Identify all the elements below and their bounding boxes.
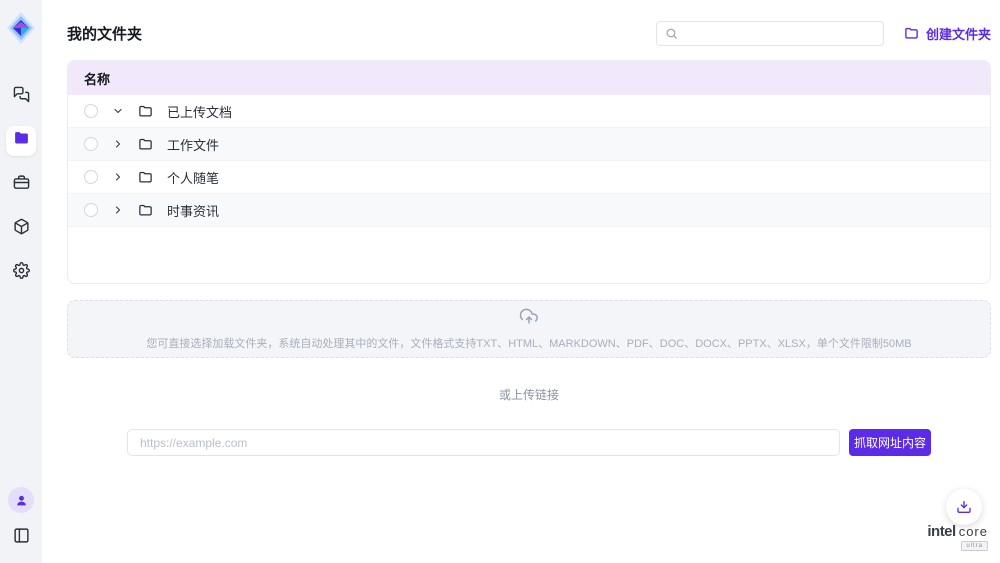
create-folder-button[interactable]: 创建文件夹 <box>904 24 991 43</box>
name-column-header: 名称 <box>84 69 110 88</box>
folder-table: 名称 已上传文档 <box>67 60 991 284</box>
upload-dropzone[interactable]: 您可直接选择加载文件夹，系统自动处理其中的文件，文件格式支持TXT、HTML、M… <box>67 300 991 358</box>
search-icon <box>665 27 678 40</box>
intel-word: intel <box>927 524 955 539</box>
folder-row[interactable]: 时事资讯 <box>68 194 990 227</box>
folder-icon <box>138 137 153 152</box>
url-input[interactable] <box>127 429 840 456</box>
url-bar: 抓取网址内容 <box>127 429 931 456</box>
row-checkbox[interactable] <box>84 203 98 217</box>
chat-icon <box>13 86 30 108</box>
page-title: 我的文件夹 <box>67 23 142 44</box>
sidebar <box>0 0 42 563</box>
main-content: 我的文件夹 创建文件夹 名称 <box>42 0 1000 563</box>
ultra-badge: ultra <box>961 541 988 551</box>
folder-row[interactable]: 工作文件 <box>68 128 990 161</box>
row-checkbox[interactable] <box>84 170 98 184</box>
sidebar-item-apps[interactable] <box>6 214 36 244</box>
table-header-row: 名称 <box>68 61 990 95</box>
folder-row-label: 个人随笔 <box>167 168 219 187</box>
chevron-icon[interactable] <box>112 204 124 216</box>
user-icon <box>15 494 28 507</box>
upload-hint-text: 您可直接选择加载文件夹，系统自动处理其中的文件，文件格式支持TXT、HTML、M… <box>146 335 911 351</box>
app-logo-icon <box>4 8 38 48</box>
download-fab-button[interactable] <box>946 489 982 525</box>
sidebar-bottom <box>6 487 36 553</box>
folder-row-label: 已上传文档 <box>167 102 232 121</box>
folder-rows: 已上传文档 工作文件 <box>68 95 990 227</box>
panel-layout-icon <box>13 527 30 549</box>
sidebar-nav <box>6 82 36 288</box>
gear-icon <box>13 262 30 284</box>
chevron-icon[interactable] <box>112 105 124 117</box>
sidebar-item-folders[interactable] <box>6 126 36 156</box>
sidebar-item-settings[interactable] <box>6 258 36 288</box>
folder-icon <box>138 170 153 185</box>
chevron-icon[interactable] <box>112 171 124 183</box>
search-box[interactable] <box>656 21 884 46</box>
sidebar-item-workspace[interactable] <box>6 170 36 200</box>
core-word: core <box>959 525 988 538</box>
cloud-upload-icon <box>517 307 541 332</box>
fetch-url-button[interactable]: 抓取网址内容 <box>849 429 931 456</box>
briefcase-icon <box>13 174 30 196</box>
row-checkbox[interactable] <box>84 104 98 118</box>
search-input[interactable] <box>684 26 875 40</box>
folder-row-label: 时事资讯 <box>167 201 219 220</box>
intel-core-logo: intel core ultra <box>927 524 988 551</box>
folder-filled-icon <box>13 130 30 152</box>
download-icon <box>956 499 972 515</box>
sidebar-item-chat[interactable] <box>6 82 36 112</box>
folder-row[interactable]: 个人随笔 <box>68 161 990 194</box>
cube-icon <box>13 218 30 240</box>
folder-icon <box>138 203 153 218</box>
folder-icon <box>138 104 153 119</box>
topbar: 我的文件夹 创建文件夹 <box>67 18 991 48</box>
folder-row-label: 工作文件 <box>167 135 219 154</box>
folder-row[interactable]: 已上传文档 <box>68 95 990 128</box>
or-upload-link-label: 或上传链接 <box>67 386 991 403</box>
create-folder-label: 创建文件夹 <box>926 24 991 43</box>
row-checkbox[interactable] <box>84 137 98 151</box>
collapse-sidebar-button[interactable] <box>6 523 36 553</box>
folder-plus-icon <box>904 26 919 41</box>
avatar[interactable] <box>8 487 34 513</box>
chevron-icon[interactable] <box>112 138 124 150</box>
